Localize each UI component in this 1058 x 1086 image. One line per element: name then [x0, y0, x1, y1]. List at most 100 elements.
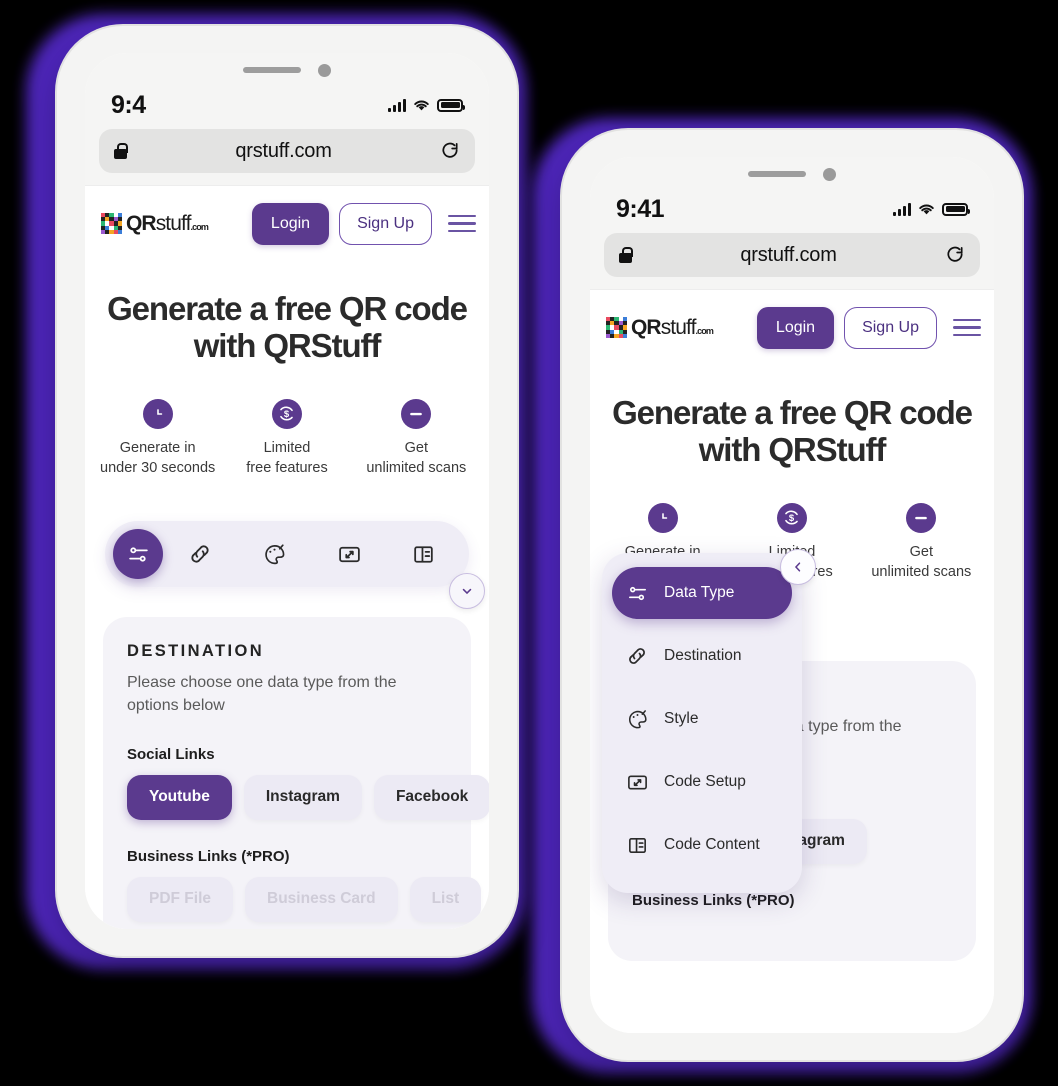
cellular-signal-icon: [893, 202, 911, 216]
qr-logo-icon: [101, 213, 122, 234]
sliders-icon: [624, 580, 650, 606]
group-label-social: Social Links: [127, 745, 215, 763]
status-clock: 9:41: [616, 194, 665, 223]
menu-item-label: Style: [664, 710, 699, 727]
lock-icon: [114, 143, 128, 159]
destination-card: DESTINATION Please choose one data type …: [103, 617, 489, 929]
address-bar[interactable]: qrstuff.com: [604, 233, 980, 277]
site-header: QRstuff.com Login Sign Up: [590, 289, 994, 365]
step-side-menu: Data Type Destination Style Code Setup C…: [602, 549, 816, 893]
tab-code-content[interactable]: [387, 529, 462, 579]
feature-label: Get unlimited scans: [871, 543, 972, 581]
chip-pdf-file[interactable]: PDF File: [127, 876, 234, 922]
menu-item-label: Code Setup: [664, 773, 746, 790]
tab-destination[interactable]: [163, 529, 238, 579]
reload-icon[interactable]: [945, 245, 965, 265]
minus-circle-icon: [401, 398, 432, 429]
menu-item-code-content[interactable]: Code Content: [612, 819, 792, 871]
svg-text:$: $: [284, 409, 290, 420]
reload-icon[interactable]: [440, 141, 460, 161]
qr-logo-icon: [606, 317, 627, 338]
chevron-down-icon: [462, 588, 472, 595]
phone-notch: [85, 53, 489, 87]
battery-full-icon: [437, 98, 465, 112]
status-icons: [388, 98, 465, 112]
tab-data-type[interactable]: [113, 529, 163, 580]
collapse-menu-button[interactable]: [780, 549, 816, 585]
logo-light: stuff: [660, 315, 697, 339]
site-logo[interactable]: QRstuff.com: [606, 316, 747, 340]
front-camera-icon: [823, 167, 836, 181]
signup-button[interactable]: Sign Up: [844, 306, 937, 349]
login-button[interactable]: Login: [756, 306, 835, 349]
chevron-left-icon: [794, 562, 801, 572]
browser-chrome: qrstuff.com: [85, 127, 489, 185]
group-label-business: Business Links (*PRO): [632, 891, 795, 909]
phone-notch: [590, 157, 994, 191]
chip-row-business: PDF File Business Card List: [127, 876, 482, 922]
logo-tld: .com: [190, 221, 209, 232]
menu-item-label: Destination: [664, 647, 742, 664]
address-bar-url: qrstuff.com: [235, 139, 332, 162]
chip-business-card[interactable]: Business Card: [245, 876, 398, 922]
speaker-grille-icon: [243, 67, 301, 73]
status-bar: 9:41: [590, 191, 994, 231]
link-icon: [191, 545, 209, 563]
address-bar[interactable]: qrstuff.com: [99, 129, 475, 173]
chip-list[interactable]: List: [409, 876, 482, 922]
status-bar: 9:4: [85, 87, 489, 127]
menu-item-destination[interactable]: Destination: [612, 630, 792, 682]
signup-button[interactable]: Sign Up: [339, 202, 432, 245]
palette-icon: [265, 543, 285, 564]
feature-label: Limitedfree features: [246, 439, 328, 477]
wifi-icon: [919, 204, 934, 214]
chip-instagram[interactable]: Instagram: [243, 774, 362, 820]
clock-icon: [142, 398, 173, 429]
feature-list: Generate inunder 30 seconds $ Limitedfre…: [85, 398, 489, 479]
chip-youtube[interactable]: Youtube: [127, 774, 232, 820]
tab-style[interactable]: [238, 529, 313, 579]
logo-wordmark: QRstuff.com: [631, 315, 714, 340]
layout-panel-icon: [414, 545, 433, 563]
phone-screen-left: 9:4 qrstuff.com QRstuff.com Login Sign U…: [85, 53, 489, 929]
page-content: Generate a free QR code with QRStuff Gen…: [590, 365, 994, 1033]
page-content: Generate a free QR code with QRStuff Gen…: [85, 261, 489, 929]
dollar-refresh-icon: $: [776, 502, 807, 533]
menu-item-style[interactable]: Style: [612, 693, 792, 745]
page-title: Generate a free QR code with QRStuff: [107, 290, 468, 364]
status-icons: [893, 202, 970, 216]
feature-item: $ Limitedfree features: [222, 398, 351, 479]
dollar-refresh-icon: $: [271, 398, 302, 429]
destination-card-title: DESTINATION: [127, 642, 265, 661]
logo-tld: .com: [695, 325, 714, 336]
feature-label: Generate inunder 30 seconds: [100, 439, 216, 477]
battery-full-icon: [942, 202, 970, 216]
clock-icon: [647, 502, 678, 533]
menu-item-code-setup[interactable]: Code Setup: [612, 756, 792, 808]
site-header: QRstuff.com Login Sign Up: [85, 185, 489, 261]
address-bar-url: qrstuff.com: [740, 243, 837, 266]
logo-bold: QR: [631, 315, 662, 339]
svg-text:$: $: [789, 513, 795, 524]
page-title: Generate a free QR code with QRStuff: [612, 394, 973, 468]
menu-item-label: Code Content: [664, 836, 760, 853]
login-button[interactable]: Login: [251, 202, 330, 245]
chip-row-social: Youtube Instagram Facebook: [127, 774, 489, 820]
tab-code-setup[interactable]: [312, 529, 387, 579]
menu-item-data-type[interactable]: Data Type: [612, 567, 792, 619]
sliders-icon: [128, 546, 148, 562]
hamburger-menu-icon[interactable]: [448, 214, 476, 233]
expand-tabbar-button[interactable]: [449, 573, 485, 610]
phone-mockup-right: 9:41 qrstuff.com QRstuff.com Login Sign …: [562, 130, 1022, 1060]
site-logo[interactable]: QRstuff.com: [101, 212, 242, 236]
expand-icon: [338, 546, 360, 562]
menu-item-label: Data Type: [664, 584, 735, 601]
group-label-business: Business Links (*PRO): [127, 847, 290, 865]
feature-item: Generate inunder 30 seconds: [93, 398, 222, 479]
minus-circle-icon: [906, 502, 937, 533]
hamburger-menu-icon[interactable]: [953, 318, 981, 337]
step-tabbar-wrap: [85, 521, 489, 610]
destination-card-subtitle: Please choose one data type from the opt…: [127, 674, 397, 714]
chip-facebook[interactable]: Facebook: [373, 774, 489, 820]
feature-item: Get unlimited scans: [857, 502, 986, 583]
